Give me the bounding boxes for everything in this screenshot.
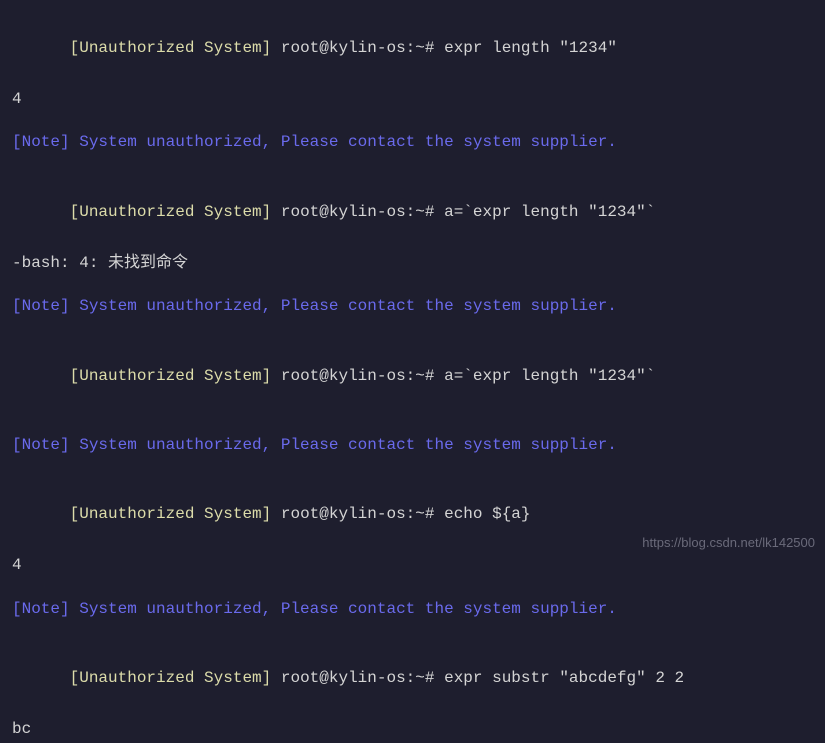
unauthorized-prefix: [Unauthorized System] xyxy=(70,203,272,221)
terminal-block: [Unauthorized System] root@kylin-os:~# e… xyxy=(12,10,813,112)
note-line: [Note] System unauthorized, Please conta… xyxy=(12,294,813,320)
unauthorized-prefix: [Unauthorized System] xyxy=(70,367,272,385)
output-line: bc xyxy=(12,717,813,743)
note-block: [Note] System unauthorized, Please conta… xyxy=(12,130,813,156)
command: expr length "1234" xyxy=(444,39,617,57)
prompt-text xyxy=(271,39,281,57)
output-line: -bash: 4: 未找到命令 xyxy=(12,251,813,277)
note-block: [Note] System unauthorized, Please conta… xyxy=(12,597,813,623)
terminal-output: [Unauthorized System] root@kylin-os:~# e… xyxy=(12,10,813,743)
terminal-block: [Unauthorized System] root@kylin-os:~# e… xyxy=(12,476,813,578)
prompt: root@kylin-os:~# xyxy=(281,505,435,523)
command: a=`expr length "1234"` xyxy=(444,203,655,221)
command-line: [Unauthorized System] root@kylin-os:~# a… xyxy=(12,338,813,415)
prompt: root@kylin-os:~# xyxy=(281,203,435,221)
output-line: 4 xyxy=(12,553,813,579)
command-line: [Unauthorized System] root@kylin-os:~# e… xyxy=(12,10,813,87)
unauthorized-prefix: [Unauthorized System] xyxy=(70,669,272,687)
prompt: root@kylin-os:~# xyxy=(281,669,435,687)
prompt: root@kylin-os:~# xyxy=(281,39,435,57)
output-line: 4 xyxy=(12,87,813,113)
unauthorized-prefix: [Unauthorized System] xyxy=(70,505,272,523)
command-line: [Unauthorized System] root@kylin-os:~# a… xyxy=(12,174,813,251)
prompt: root@kylin-os:~# xyxy=(281,367,435,385)
prompt-text xyxy=(271,669,281,687)
note-line: [Note] System unauthorized, Please conta… xyxy=(12,130,813,156)
command: a=`expr length "1234"` xyxy=(444,367,655,385)
command: expr substr "abcdefg" 2 2 xyxy=(444,669,684,687)
terminal-block: [Unauthorized System] root@kylin-os:~# e… xyxy=(12,640,813,742)
prompt-text xyxy=(271,505,281,523)
command: echo ${a} xyxy=(444,505,530,523)
note-block: [Note] System unauthorized, Please conta… xyxy=(12,294,813,320)
note-line: [Note] System unauthorized, Please conta… xyxy=(12,597,813,623)
watermark: https://blog.csdn.net/lk142500 xyxy=(642,533,815,554)
prompt-text xyxy=(271,203,281,221)
note-block: [Note] System unauthorized, Please conta… xyxy=(12,433,813,459)
command-text xyxy=(434,367,444,385)
command-text xyxy=(434,39,444,57)
terminal-block: [Unauthorized System] root@kylin-os:~# a… xyxy=(12,174,813,276)
command-text xyxy=(434,669,444,687)
terminal-block: [Unauthorized System] root@kylin-os:~# a… xyxy=(12,338,813,415)
prompt-text xyxy=(271,367,281,385)
note-line: [Note] System unauthorized, Please conta… xyxy=(12,433,813,459)
unauthorized-prefix: [Unauthorized System] xyxy=(70,39,272,57)
command-line: [Unauthorized System] root@kylin-os:~# e… xyxy=(12,640,813,717)
command-text xyxy=(434,203,444,221)
command-text xyxy=(434,505,444,523)
